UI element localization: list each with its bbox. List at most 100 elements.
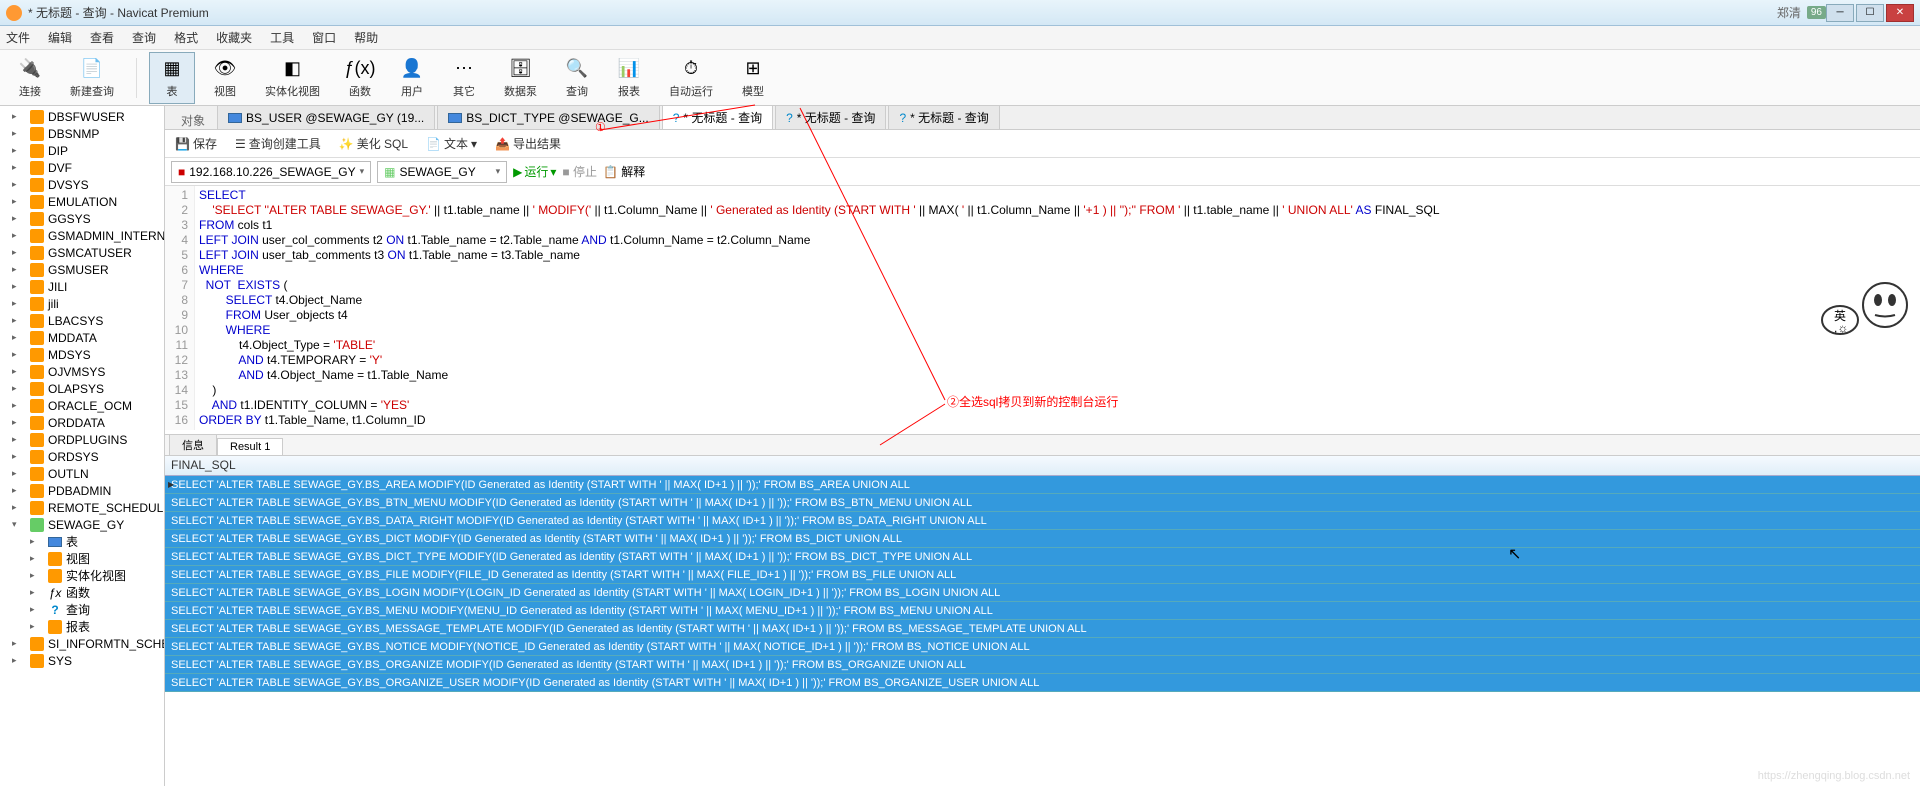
beautify-sql-button[interactable]: ✨ 美化 SQL [335,133,412,154]
tree-ORDDATA[interactable]: ORDDATA [0,414,164,431]
tree-表[interactable]: 表 [0,533,164,550]
tree-OLAPSYS[interactable]: OLAPSYS [0,380,164,397]
toolbar-报表[interactable]: 📊报表 [607,52,651,104]
query-builder-button[interactable]: ☰ 查询创建工具 [231,133,325,154]
run-button[interactable]: ▶ 运行 ▾ [513,163,556,180]
menu-帮助[interactable]: 帮助 [354,29,378,46]
result-row[interactable]: SELECT 'ALTER TABLE SEWAGE_GY.BS_ORGANIZ… [165,674,1920,692]
minimize-button[interactable]: ─ [1826,4,1854,22]
tree-函数[interactable]: ƒx函数 [0,584,164,601]
toolbar-视图[interactable]: 👁视图 [203,52,247,104]
sql-line-9[interactable]: FROM User_objects t4 [199,308,1916,323]
column-header[interactable]: FINAL_SQL [165,456,1920,476]
sql-line-8[interactable]: SELECT t4.Object_Name [199,293,1916,308]
result-row[interactable]: SELECT 'ALTER TABLE SEWAGE_GY.BS_MESSAGE… [165,620,1920,638]
sql-line-12[interactable]: AND t4.TEMPORARY = 'Y' [199,353,1916,368]
connection-combo[interactable]: ■192.168.10.226_SEWAGE_GY▾ [171,161,371,183]
sql-line-16[interactable]: ORDER BY t1.Table_Name, t1.Column_ID [199,413,1916,428]
toolbar-查询[interactable]: 🔍查询 [555,52,599,104]
menu-工具[interactable]: 工具 [270,29,294,46]
maximize-button[interactable]: ☐ [1856,4,1884,22]
explain-button[interactable]: 📋 解释 [603,163,645,180]
toolbar-实体化视图[interactable]: ◧实体化视图 [255,52,330,104]
sql-line-13[interactable]: AND t4.Object_Name = t1.Table_Name [199,368,1916,383]
result-row[interactable]: SELECT 'ALTER TABLE SEWAGE_GY.BS_NOTICE … [165,638,1920,656]
tree-jili[interactable]: jili [0,295,164,312]
tree-LBACSYS[interactable]: LBACSYS [0,312,164,329]
sql-line-5[interactable]: LEFT JOIN user_tab_comments t3 ON t1.Tab… [199,248,1916,263]
sql-line-2[interactable]: 'SELECT ''ALTER TABLE SEWAGE_GY.' || t1.… [199,203,1916,218]
toolbar-新建查询[interactable]: 📄新建查询 [60,52,124,104]
toolbar-模型[interactable]: ⊞模型 [731,52,775,104]
tree-查询[interactable]: ?查询 [0,601,164,618]
tree-DBSFWUSER[interactable]: DBSFWUSER [0,108,164,125]
object-tab[interactable]: 对象 [169,112,217,129]
result-row[interactable]: SELECT 'ALTER TABLE SEWAGE_GY.BS_BTN_MEN… [165,494,1920,512]
result-row[interactable]: SELECT 'ALTER TABLE SEWAGE_GY.BS_DATA_RI… [165,512,1920,530]
save-button[interactable]: 💾 保存 [171,133,221,154]
tab-* 无标题 - 查询[interactable]: ?* 无标题 - 查询 [888,105,999,129]
sql-line-10[interactable]: WHERE [199,323,1916,338]
result-row[interactable]: SELECT 'ALTER TABLE SEWAGE_GY.BS_DICT_TY… [165,548,1920,566]
tree-DVF[interactable]: DVF [0,159,164,176]
sql-line-15[interactable]: AND t1.IDENTITY_COLUMN = 'YES' [199,398,1916,413]
menu-查询[interactable]: 查询 [132,29,156,46]
menu-窗口[interactable]: 窗口 [312,29,336,46]
toolbar-函数[interactable]: ƒ(x)函数 [338,52,382,104]
menu-格式[interactable]: 格式 [174,29,198,46]
result-row[interactable]: SELECT 'ALTER TABLE SEWAGE_GY.BS_ORGANIZ… [165,656,1920,674]
tree-REMOTE_SCHEDULE[interactable]: REMOTE_SCHEDULE [0,499,164,516]
tree-MDSYS[interactable]: MDSYS [0,346,164,363]
tree-ORDPLUGINS[interactable]: ORDPLUGINS [0,431,164,448]
tree-JILI[interactable]: JILI [0,278,164,295]
result-row[interactable]: SELECT 'ALTER TABLE SEWAGE_GY.BS_FILE MO… [165,566,1920,584]
tab-BS_USER @SEWAGE_GY (19...[interactable]: BS_USER @SEWAGE_GY (19... [217,105,435,129]
result-grid[interactable]: FINAL_SQL SELECT 'ALTER TABLE SEWAGE_GY.… [165,456,1920,786]
result-tab[interactable]: Result 1 [217,438,283,455]
tree-DBSNMP[interactable]: DBSNMP [0,125,164,142]
toolbar-表[interactable]: ▦表 [149,52,195,104]
sql-line-1[interactable]: SELECT [199,188,1916,203]
tree-EMULATION[interactable]: EMULATION [0,193,164,210]
menu-编辑[interactable]: 编辑 [48,29,72,46]
menu-收藏夹[interactable]: 收藏夹 [216,29,252,46]
toolbar-连接[interactable]: 🔌连接 [8,52,52,104]
toolbar-数据泵[interactable]: 🗄数据泵 [494,52,547,104]
export-result-button[interactable]: 📤 导出结果 [491,133,565,154]
result-row[interactable]: SELECT 'ALTER TABLE SEWAGE_GY.BS_DICT MO… [165,530,1920,548]
tree-DIP[interactable]: DIP [0,142,164,159]
sql-editor[interactable]: 12345678910111213141516 SELECT 'SELECT '… [165,186,1920,430]
tree-视图[interactable]: 视图 [0,550,164,567]
tree-报表[interactable]: 报表 [0,618,164,635]
tree-OUTLN[interactable]: OUTLN [0,465,164,482]
result-row[interactable]: SELECT 'ALTER TABLE SEWAGE_GY.BS_AREA MO… [165,476,1920,494]
result-row[interactable]: SELECT 'ALTER TABLE SEWAGE_GY.BS_LOGIN M… [165,584,1920,602]
tree-DVSYS[interactable]: DVSYS [0,176,164,193]
object-tree[interactable]: DBSFWUSERDBSNMPDIPDVFDVSYSEMULATIONGGSYS… [0,106,165,786]
tree-SI_INFORMTN_SCHE[interactable]: SI_INFORMTN_SCHE [0,635,164,652]
tab-BS_DICT_TYPE @SEWAGE_G...[interactable]: BS_DICT_TYPE @SEWAGE_G... [437,105,659,129]
close-button[interactable]: ✕ [1886,4,1914,22]
stop-button[interactable]: ■ 停止 [562,163,597,180]
tree-SYS[interactable]: SYS [0,652,164,669]
tree-SEWAGE_GY[interactable]: SEWAGE_GY [0,516,164,533]
tree-ORACLE_OCM[interactable]: ORACLE_OCM [0,397,164,414]
sql-line-14[interactable]: ) [199,383,1916,398]
menu-文件[interactable]: 文件 [6,29,30,46]
tree-GSMADMIN_INTERN[interactable]: GSMADMIN_INTERN [0,227,164,244]
toolbar-其它[interactable]: ⋯其它 [442,52,486,104]
tree-ORDSYS[interactable]: ORDSYS [0,448,164,465]
schema-combo[interactable]: ▦SEWAGE_GY▾ [377,161,507,183]
toolbar-自动运行[interactable]: ⏱自动运行 [659,52,723,104]
sql-line-7[interactable]: NOT EXISTS ( [199,278,1916,293]
menu-查看[interactable]: 查看 [90,29,114,46]
tree-PDBADMIN[interactable]: PDBADMIN [0,482,164,499]
tab-* 无标题 - 查询[interactable]: ?* 无标题 - 查询 [662,105,773,129]
tab-* 无标题 - 查询[interactable]: ?* 无标题 - 查询 [775,105,886,129]
info-tab[interactable]: 信息 [169,434,217,455]
tree-GSMUSER[interactable]: GSMUSER [0,261,164,278]
sql-line-11[interactable]: t4.Object_Type = 'TABLE' [199,338,1916,353]
sql-line-6[interactable]: WHERE [199,263,1916,278]
sql-line-4[interactable]: LEFT JOIN user_col_comments t2 ON t1.Tab… [199,233,1916,248]
tree-GSMCATUSER[interactable]: GSMCATUSER [0,244,164,261]
